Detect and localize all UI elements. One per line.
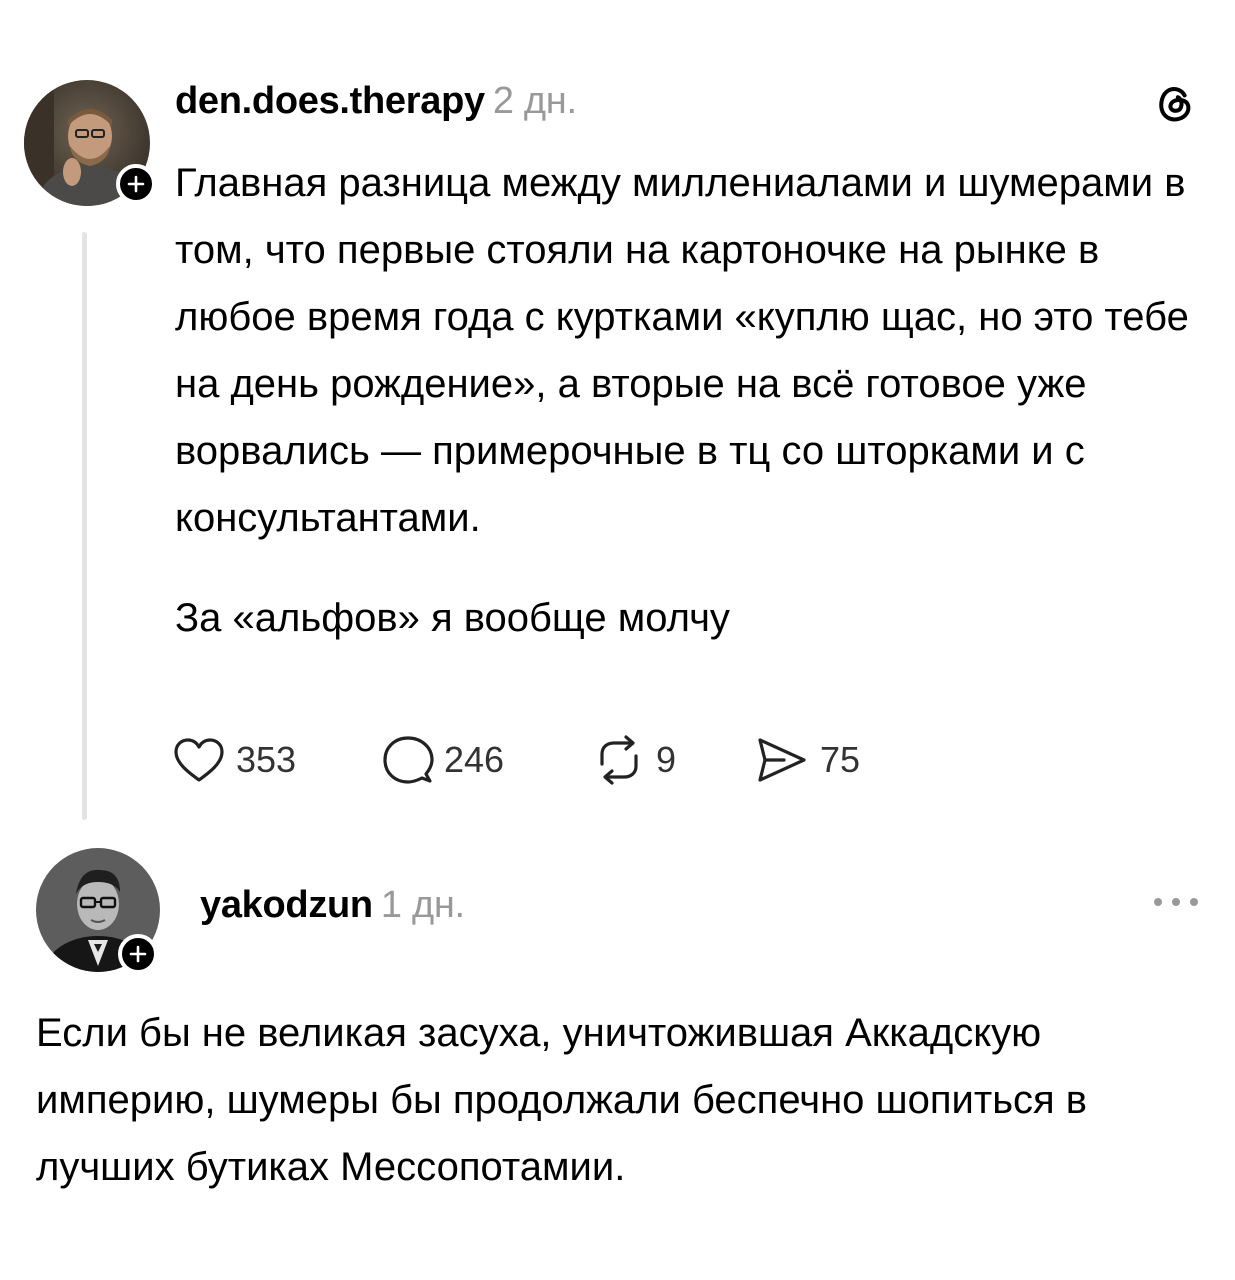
follow-author-button[interactable]: [116, 164, 156, 204]
threads-logo-icon[interactable]: [1150, 78, 1200, 128]
post-timestamp: 2 дн.: [492, 80, 577, 122]
post-author-name[interactable]: den.does.therapy 2 дн.: [175, 80, 577, 123]
plus-icon: [127, 175, 145, 193]
post-paragraph: Главная разница между миллениалами и шум…: [175, 161, 1189, 540]
reply-text: Если бы не великая засуха, уничтожившая …: [36, 1011, 1088, 1189]
like-count: 353: [236, 739, 297, 780]
share-button[interactable]: 75: [754, 732, 860, 788]
reply-button[interactable]: 246: [382, 732, 504, 788]
share-count: 75: [820, 739, 861, 780]
send-icon: [758, 738, 806, 782]
reply-count: 246: [444, 739, 505, 780]
reply-timestamp: 1 дн.: [380, 884, 465, 926]
follow-reply-author-button[interactable]: [118, 934, 158, 974]
more-dots-icon[interactable]: [1148, 888, 1204, 916]
heart-icon: [174, 738, 224, 782]
thread-connector-line: [82, 232, 87, 820]
reply-username[interactable]: yakodzun: [200, 884, 373, 926]
repost-count: 9: [656, 739, 677, 780]
post-paragraph: За «альфов» я вообще молчу: [175, 596, 730, 640]
reply-content: Если бы не великая засуха, уничтожившая …: [36, 1000, 1206, 1201]
post-username[interactable]: den.does.therapy: [175, 80, 485, 122]
post-content: Главная разница между миллениалами и шум…: [175, 150, 1205, 652]
repost-icon: [600, 735, 638, 785]
speech-bubble-icon: [383, 736, 434, 784]
repost-button[interactable]: 9: [592, 732, 676, 788]
plus-icon: [129, 945, 147, 963]
like-button[interactable]: 353: [172, 732, 296, 788]
reply-author-name[interactable]: yakodzun 1 дн.: [200, 884, 465, 927]
